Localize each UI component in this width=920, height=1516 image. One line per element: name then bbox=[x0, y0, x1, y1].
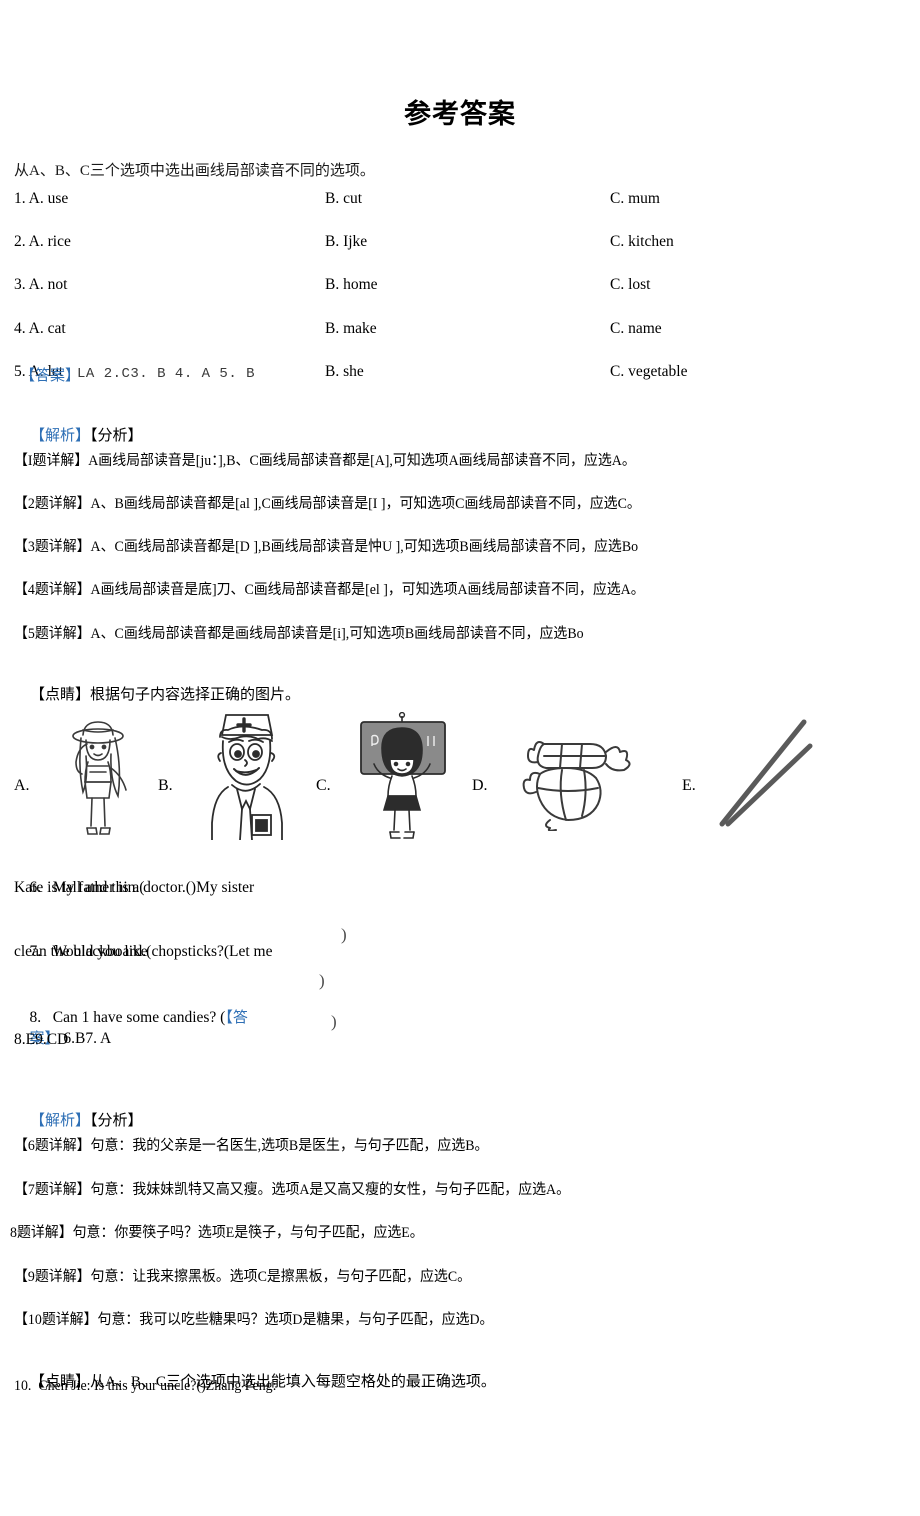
section2-detail-10: 【10题详解】句意：我可以吃些糖果吗？选项D是糖果，与句子匹配，应选D。 bbox=[14, 1312, 494, 1328]
analysis-tag: 【解析】 bbox=[30, 428, 91, 444]
question-10: 10. Chen Jie: Is this your uncle?()Zhang… bbox=[14, 1378, 277, 1394]
stray-paren-3: ) bbox=[331, 1012, 337, 1031]
section1-detail-2: 【2题详解】A、B画线局部读音都是[al ],C画线局部读音是[I ]，可知选项… bbox=[14, 496, 641, 512]
section1-detail-3: 【3题详解】A、C画线局部读音都是[D ],B画线局部读音是忡U ],可知选项B… bbox=[14, 539, 639, 555]
analysis-label: 【分析】 bbox=[90, 428, 143, 444]
question-1-number: 1. bbox=[14, 190, 26, 207]
illustration-c-label: C. bbox=[316, 777, 331, 794]
option-a-text: A. use bbox=[28, 190, 69, 207]
section1-detail-5: 【5题详解】A、C画线局部读音都是画线局部读音是[i],可知选项B画线局部读音不… bbox=[14, 626, 584, 642]
tip-text: 根据句子内容选择正确的图片。 bbox=[90, 687, 301, 703]
question-5-option-b: B. she bbox=[325, 363, 364, 380]
question-4-option-a: 4. A. cat bbox=[14, 320, 66, 338]
option-a-text: A. rice bbox=[28, 233, 71, 250]
question-3-option-b: B. home bbox=[325, 276, 378, 293]
question-3-number: 3. bbox=[14, 276, 26, 293]
answer-key-document-page: 参考答案 从A、B、C三个选项中选出画线局部读音不同的选项。 1. A. use… bbox=[0, 0, 920, 1516]
question-1-option-a: 1. A. use bbox=[14, 190, 68, 208]
stray-paren-2: ) bbox=[319, 971, 325, 990]
page-title: 参考答案 bbox=[404, 99, 516, 130]
question-2-number: 2. bbox=[14, 233, 26, 250]
analysis-tag: 【解析】 bbox=[30, 1113, 91, 1129]
question-5-option-c: C. vegetable bbox=[610, 363, 688, 380]
tip-label: 【点睛】 bbox=[30, 687, 91, 703]
question-1-option-c: C. mum bbox=[610, 190, 660, 207]
chopsticks-illustration bbox=[714, 712, 818, 830]
option-a-text: A. cat bbox=[28, 320, 66, 337]
illustration-b-label: B. bbox=[158, 777, 173, 794]
question-2-option-a: 2. A. rice bbox=[14, 233, 71, 251]
question-4-number: 4. bbox=[14, 320, 26, 337]
section1-answer-text: LA 2.C3. B 4. A 5. B bbox=[77, 366, 256, 382]
section1-instruction: 从A、B、C三个选项中选出画线局部读音不同的选项。 bbox=[14, 163, 375, 179]
question-4-option-b: B. make bbox=[325, 320, 377, 337]
analysis-label: 【分析】 bbox=[90, 1113, 143, 1129]
question-7-line-2: clean the blackboard.( bbox=[14, 943, 152, 960]
nurse-doctor-illustration bbox=[196, 705, 296, 840]
girl-with-hat-illustration bbox=[52, 710, 144, 840]
section2-detail-7: 【7题详解】句意：我妹妹凯特又高又瘦。选项A是又高又瘦的女性，与句子匹配，应选A… bbox=[14, 1182, 571, 1198]
section2-answer-tag-part1: 【答 bbox=[225, 1010, 248, 1026]
stray-paren-1: ) bbox=[341, 925, 347, 944]
question-2-option-c: C. kitchen bbox=[610, 233, 674, 250]
question-3-option-c: C. lost bbox=[610, 276, 651, 293]
section2-detail-9: 【9题详解】句意：让我来擦黑板。选项C是擦黑板，与句子匹配，应选C。 bbox=[14, 1269, 472, 1285]
illustration-d-label: D. bbox=[472, 777, 488, 794]
illustration-e-label: E. bbox=[682, 777, 696, 794]
section1-detail-4: 【4题详解】A画线局部读音是底]刀、C画线局部读音都是[el ]，可知选项A画线… bbox=[14, 582, 645, 598]
section1-detail-1: 【I题详解】A画线局部读音是[ju：],B、C画线局部读音都是[A],可知选项A… bbox=[14, 453, 636, 469]
option-a-text: A. not bbox=[28, 276, 68, 293]
question-4-option-c: C. name bbox=[610, 320, 662, 337]
candy-illustration bbox=[506, 726, 642, 831]
question-2-option-b: B. Ijke bbox=[325, 233, 368, 250]
section2-detail-6: 【6题详解】句意：我的父亲是一名医生,选项B是医生，与句子匹配，应选B。 bbox=[14, 1138, 489, 1154]
question-3-option-a: 3. A. not bbox=[14, 276, 67, 294]
question-6-line-2: Kate is tall and thin.( bbox=[14, 879, 145, 896]
section2-detail-8: 8题详解】句意：你要筷子吗？选项E是筷子，与句子匹配，应选E。 bbox=[10, 1225, 424, 1241]
girl-cleaning-blackboard-illustration bbox=[352, 712, 452, 840]
illustration-a-label: A. bbox=[14, 777, 30, 794]
section2-answer-text-1: 6.B7. A bbox=[63, 1030, 112, 1047]
section1-answer-tag: 【答案】 bbox=[20, 368, 81, 384]
question-1-option-b: B. cut bbox=[325, 190, 363, 207]
section2-answer-text-2: 8.E9.CD bbox=[14, 1031, 69, 1048]
